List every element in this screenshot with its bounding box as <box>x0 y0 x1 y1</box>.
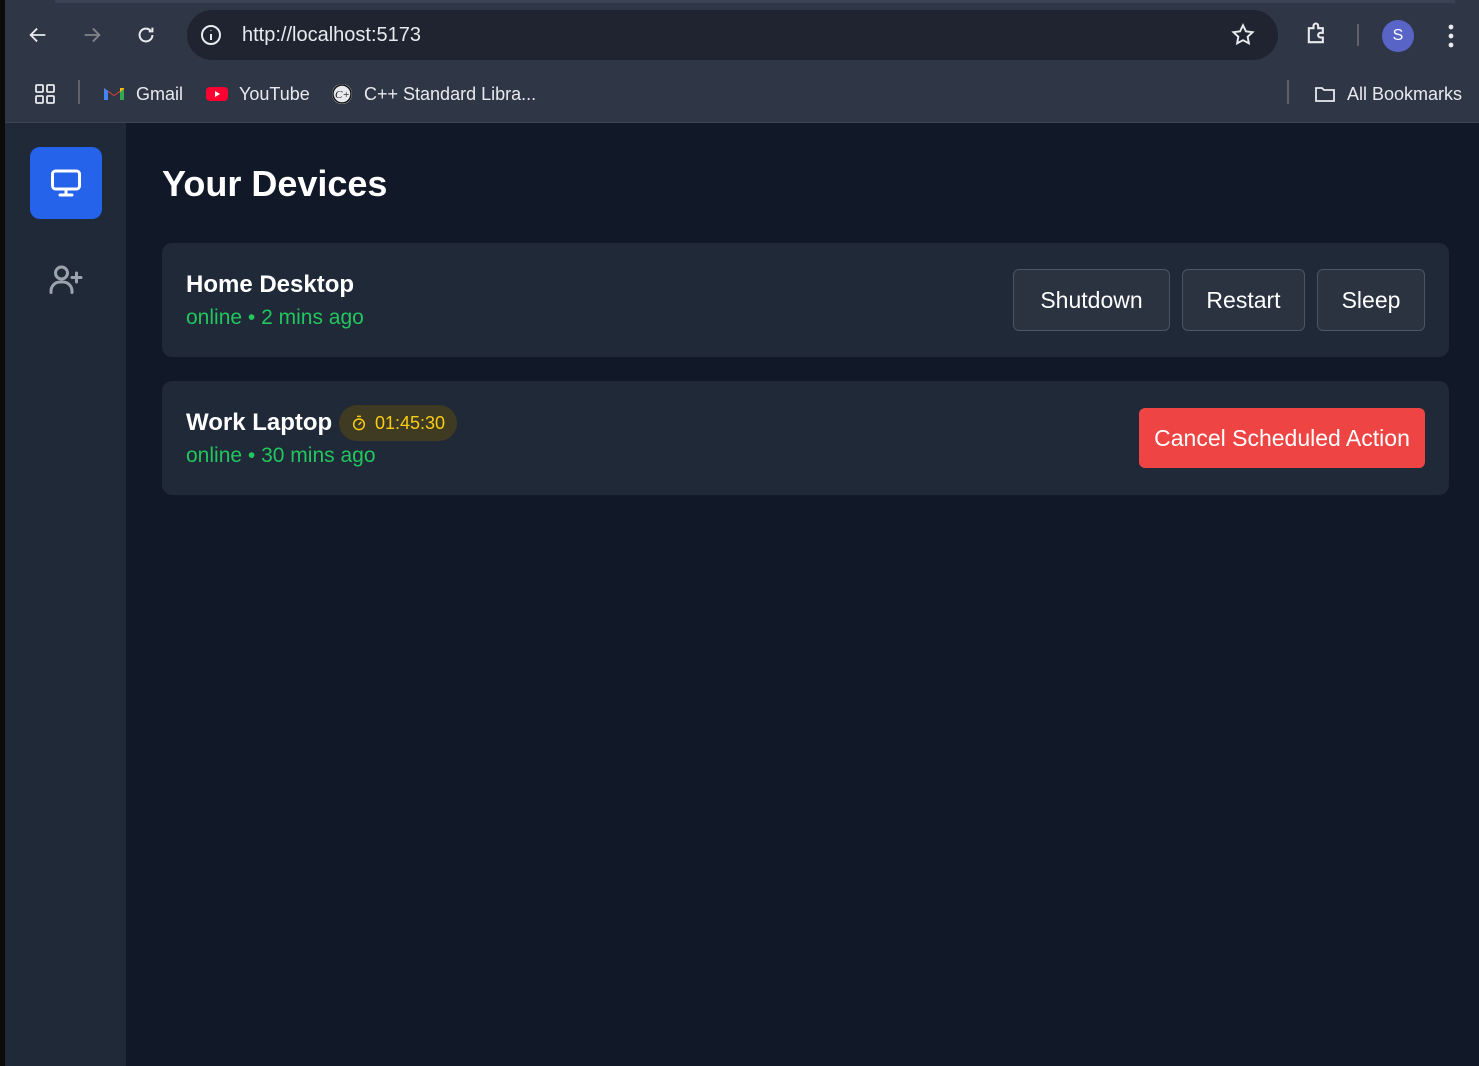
bookmark-star-icon[interactable] <box>1230 22 1256 48</box>
bookmarks-bar: Gmail YouTube C+ C++ Standard Libra... A… <box>5 68 1479 123</box>
reload-button[interactable] <box>129 18 163 52</box>
device-name: Home Desktop <box>186 271 355 298</box>
more-menu-icon[interactable] <box>1441 22 1461 50</box>
forward-button[interactable] <box>75 18 109 52</box>
restart-button[interactable]: Restart <box>1182 269 1305 331</box>
bookmark-cpp[interactable]: C+ C++ Standard Libra... <box>330 80 536 108</box>
cancel-scheduled-action-button[interactable]: Cancel Scheduled Action <box>1139 408 1425 468</box>
sleep-button[interactable]: Sleep <box>1317 269 1425 331</box>
apps-button[interactable] <box>33 80 57 108</box>
browser-toolbar: http://localhost:5173 S <box>5 0 1479 68</box>
url-text[interactable]: http://localhost:5173 <box>242 24 421 47</box>
svg-text:C+: C+ <box>335 89 350 101</box>
browser-chrome: http://localhost:5173 S Gmail YouTube C+… <box>5 0 1479 123</box>
apps-grid-icon <box>35 84 55 104</box>
device-status: online • 2 mins ago <box>186 306 364 329</box>
info-icon[interactable] <box>199 23 223 47</box>
sidebar-item-devices[interactable] <box>30 147 102 219</box>
gmail-icon <box>104 88 124 100</box>
folder-icon <box>1315 87 1335 102</box>
youtube-icon <box>206 87 228 101</box>
user-plus-icon <box>49 265 83 294</box>
sidebar <box>5 123 126 1066</box>
timer-badge: 01:45:30 <box>339 405 458 441</box>
bookmark-youtube[interactable]: YouTube <box>205 80 310 108</box>
timer-icon <box>352 415 366 431</box>
cpp-icon: C+ <box>332 84 352 104</box>
page-title: Your Devices <box>162 163 388 204</box>
device-card-home-desktop: Home Desktop online • 2 mins ago Shutdow… <box>162 243 1449 357</box>
extensions-icon[interactable] <box>1303 20 1331 48</box>
arrow-left-icon <box>29 27 46 43</box>
bookmark-gmail[interactable]: Gmail <box>102 80 183 108</box>
monitor-icon <box>51 169 81 197</box>
device-status: online • 30 mins ago <box>186 444 376 467</box>
back-button[interactable] <box>21 18 55 52</box>
shutdown-button[interactable]: Shutdown <box>1013 269 1170 331</box>
device-name: Work Laptop <box>186 409 333 436</box>
main-content: Your Devices Home Desktop online • 2 min… <box>126 123 1479 1066</box>
all-bookmarks-button[interactable]: All Bookmarks <box>1313 80 1462 108</box>
address-bar[interactable]: http://localhost:5173 <box>187 10 1278 60</box>
reload-icon <box>138 27 154 43</box>
profile-avatar[interactable]: S <box>1382 20 1414 52</box>
sidebar-item-add-user[interactable] <box>30 243 102 315</box>
device-card-work-laptop: Work Laptop 01:45:30 online • 30 mins ag… <box>162 381 1449 495</box>
arrow-right-icon <box>84 27 101 43</box>
